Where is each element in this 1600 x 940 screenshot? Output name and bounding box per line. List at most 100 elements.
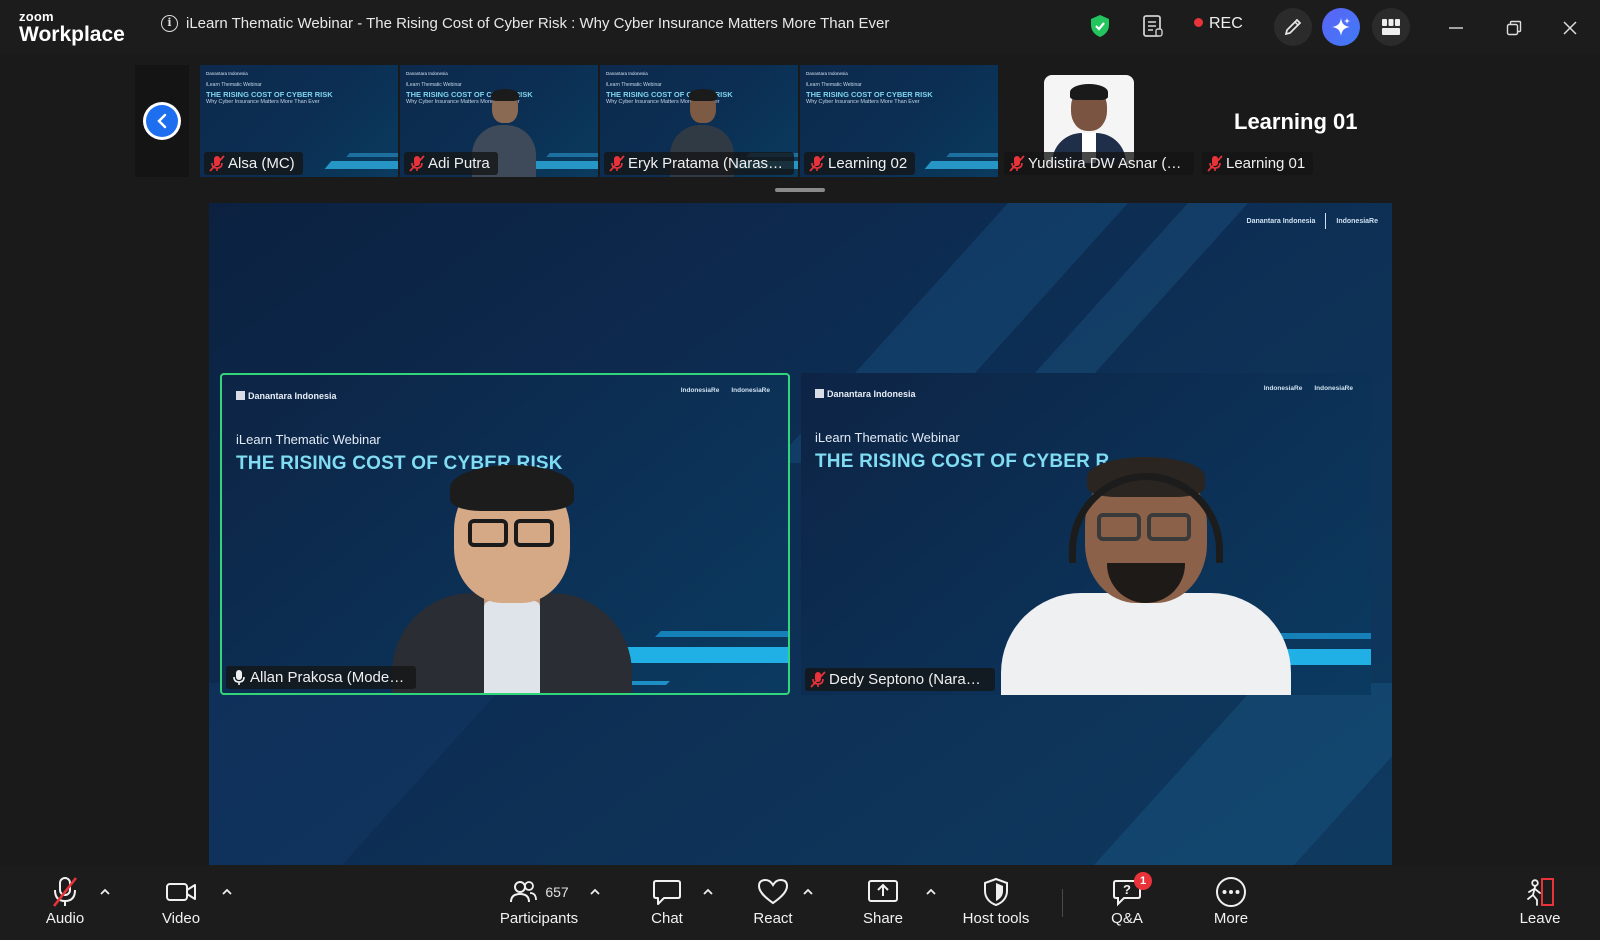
participant-name-tag: Eryk Pratama (Narasu… bbox=[604, 152, 794, 175]
slide-brand-reinsurance: IndonesiaRe bbox=[1336, 217, 1378, 225]
participant-name-tag: Adi Putra bbox=[404, 152, 498, 175]
video-options-chevron-up-icon[interactable] bbox=[220, 885, 234, 899]
participant-strip: Danantara Indonesia iLearn Thematic Webi… bbox=[135, 65, 1357, 177]
chat-options-chevron-up-icon[interactable] bbox=[701, 885, 715, 899]
speaker-video-tile[interactable]: Danantara Indonesia IndonesiaRe Indonesia… bbox=[220, 373, 790, 695]
heart-icon bbox=[757, 878, 789, 905]
slide-partner-logos: IndonesiaRe IndonesiaRe bbox=[1263, 385, 1353, 392]
minimize-button[interactable] bbox=[1444, 16, 1468, 40]
info-icon[interactable]: i bbox=[161, 15, 178, 32]
participant-name: Learning 02 bbox=[828, 155, 908, 172]
participant-name-tag: Learning 02 bbox=[804, 152, 916, 175]
participant-thumbnail[interactable]: Danantara Indonesia iLearn Thematic Webi… bbox=[800, 65, 998, 177]
slide-brand: Danantara Indonesia bbox=[606, 71, 648, 76]
slide-brand: Danantara Indonesia bbox=[406, 71, 448, 76]
participant-name: Yudistira DW Asnar (N… bbox=[1028, 155, 1193, 172]
encryption-shield-icon[interactable] bbox=[1090, 14, 1110, 43]
pencil-icon bbox=[1284, 18, 1302, 36]
participants-button[interactable]: 657 Participants bbox=[484, 875, 594, 935]
speaker-video-tile[interactable]: Danantara Indonesia IndonesiaRe Indonesia… bbox=[801, 373, 1371, 695]
svg-text:?: ? bbox=[1123, 882, 1131, 897]
speaker-video bbox=[392, 463, 632, 693]
qa-label: Q&A bbox=[1111, 910, 1143, 927]
annotate-button[interactable] bbox=[1274, 8, 1312, 46]
qa-badge: 1 bbox=[1134, 872, 1152, 890]
more-button[interactable]: More bbox=[1186, 875, 1276, 935]
speaker-video bbox=[1001, 453, 1291, 695]
react-options-chevron-up-icon[interactable] bbox=[801, 885, 815, 899]
zoom-logo: zoom Workplace bbox=[19, 10, 125, 45]
audio-options-chevron-up-icon[interactable] bbox=[98, 885, 112, 899]
rec-label: REC bbox=[1209, 15, 1243, 32]
leave-button[interactable]: Leave bbox=[1495, 875, 1585, 935]
participant-thumbnail[interactable]: Danantara Indonesia iLearn Thematic Webi… bbox=[400, 65, 598, 177]
share-screen-icon bbox=[868, 880, 898, 902]
title-bar: zoom Workplace i iLearn Thematic Webinar… bbox=[0, 0, 1600, 55]
slide-partner-logos: IndonesiaRe IndonesiaRe bbox=[680, 387, 770, 394]
sparkle-icon bbox=[1332, 18, 1350, 36]
restore-button[interactable] bbox=[1502, 16, 1526, 40]
participant-thumbnail[interactable]: Danantara Indonesia iLearn Thematic Webi… bbox=[200, 65, 398, 177]
recording-indicator[interactable]: REC bbox=[1194, 15, 1243, 33]
slide-headline: THE RISING COST OF CYBER RISK bbox=[206, 90, 333, 99]
chat-button[interactable]: Chat bbox=[622, 875, 712, 935]
meeting-toolbar: Audio Video 657 Participants Chat React … bbox=[0, 865, 1600, 940]
slide-subtitle: iLearn Thematic Webinar bbox=[236, 432, 381, 447]
audio-button[interactable]: Audio bbox=[20, 875, 110, 935]
participant-name-tag: Learning 01 bbox=[1202, 152, 1314, 175]
share-options-chevron-up-icon[interactable] bbox=[924, 885, 938, 899]
slide-brand-left: Danantara Indonesia bbox=[1246, 217, 1316, 225]
muted-mic-icon bbox=[1207, 155, 1223, 172]
participants-label: Participants bbox=[499, 910, 579, 927]
chevron-left-icon bbox=[157, 113, 167, 129]
video-camera-icon bbox=[166, 883, 196, 901]
minimize-icon bbox=[1449, 27, 1463, 29]
notes-icon[interactable] bbox=[1142, 14, 1164, 43]
share-button[interactable]: Share bbox=[838, 875, 928, 935]
close-icon bbox=[1563, 21, 1577, 35]
host-tools-button[interactable]: Host tools bbox=[951, 875, 1041, 935]
meeting-title: iLearn Thematic Webinar - The Rising Cos… bbox=[186, 15, 890, 32]
slide-subtitle: iLearn Thematic Webinar bbox=[606, 82, 662, 88]
rec-dot-icon bbox=[1194, 18, 1203, 27]
slide-tagline: Why Cyber Insurance Matters More Than Ev… bbox=[806, 99, 920, 105]
participant-thumbnail[interactable]: Learning 01 Learning 01 bbox=[1198, 65, 1398, 177]
slide-headline: THE RISING COST OF CYBER RISK bbox=[806, 90, 933, 99]
grid-view-icon bbox=[1382, 19, 1400, 35]
strip-prev-button[interactable] bbox=[135, 65, 189, 177]
participant-thumbnail[interactable]: Danantara Indonesia iLearn Thematic Webi… bbox=[600, 65, 798, 177]
ai-companion-button[interactable] bbox=[1322, 8, 1360, 46]
strip-resize-handle[interactable] bbox=[775, 188, 825, 192]
shield-icon bbox=[984, 877, 1008, 907]
speaker-name-tag: Dedy Septono (Narasumber) bbox=[805, 668, 995, 691]
view-button[interactable] bbox=[1372, 8, 1410, 46]
muted-mic-icon bbox=[609, 155, 625, 172]
speaker-name: Allan Prakosa (Moderator) bbox=[250, 669, 416, 686]
slide-brand: Danantara Indonesia bbox=[236, 391, 337, 401]
close-button[interactable] bbox=[1558, 16, 1582, 40]
qa-button[interactable]: ? 1 Q&A bbox=[1082, 872, 1172, 935]
video-button[interactable]: Video bbox=[136, 875, 226, 935]
toolbar-divider bbox=[1062, 889, 1063, 917]
slide-brand: Danantara Indonesia bbox=[806, 71, 848, 76]
slide-tagline: Why Cyber Insurance Matters More Than Ev… bbox=[206, 99, 320, 105]
speaking-mic-icon bbox=[233, 670, 245, 685]
slide-subtitle: iLearn Thematic Webinar bbox=[815, 430, 960, 445]
audio-label: Audio bbox=[45, 910, 85, 927]
participant-thumbnail[interactable]: Yudistira DW Asnar (N… bbox=[1000, 65, 1198, 177]
slide-subtitle: iLearn Thematic Webinar bbox=[806, 82, 862, 88]
speaker-name: Dedy Septono (Narasumber) bbox=[829, 671, 995, 688]
restore-icon bbox=[1506, 20, 1522, 36]
chat-label: Chat bbox=[651, 910, 683, 927]
slide-subtitle: iLearn Thematic Webinar bbox=[206, 82, 262, 88]
muted-mic-icon bbox=[810, 671, 826, 688]
muted-mic-icon bbox=[409, 155, 425, 172]
chat-bubble-icon bbox=[653, 880, 681, 905]
muted-mic-icon bbox=[209, 155, 225, 172]
participants-count: 657 bbox=[545, 884, 569, 900]
participants-options-chevron-up-icon[interactable] bbox=[588, 885, 602, 899]
react-button[interactable]: React bbox=[728, 875, 818, 935]
more-label: More bbox=[1213, 910, 1249, 927]
shared-screen: Danantara Indonesia IndonesiaRe Danantar… bbox=[209, 203, 1392, 865]
more-dots-icon bbox=[1216, 877, 1246, 907]
